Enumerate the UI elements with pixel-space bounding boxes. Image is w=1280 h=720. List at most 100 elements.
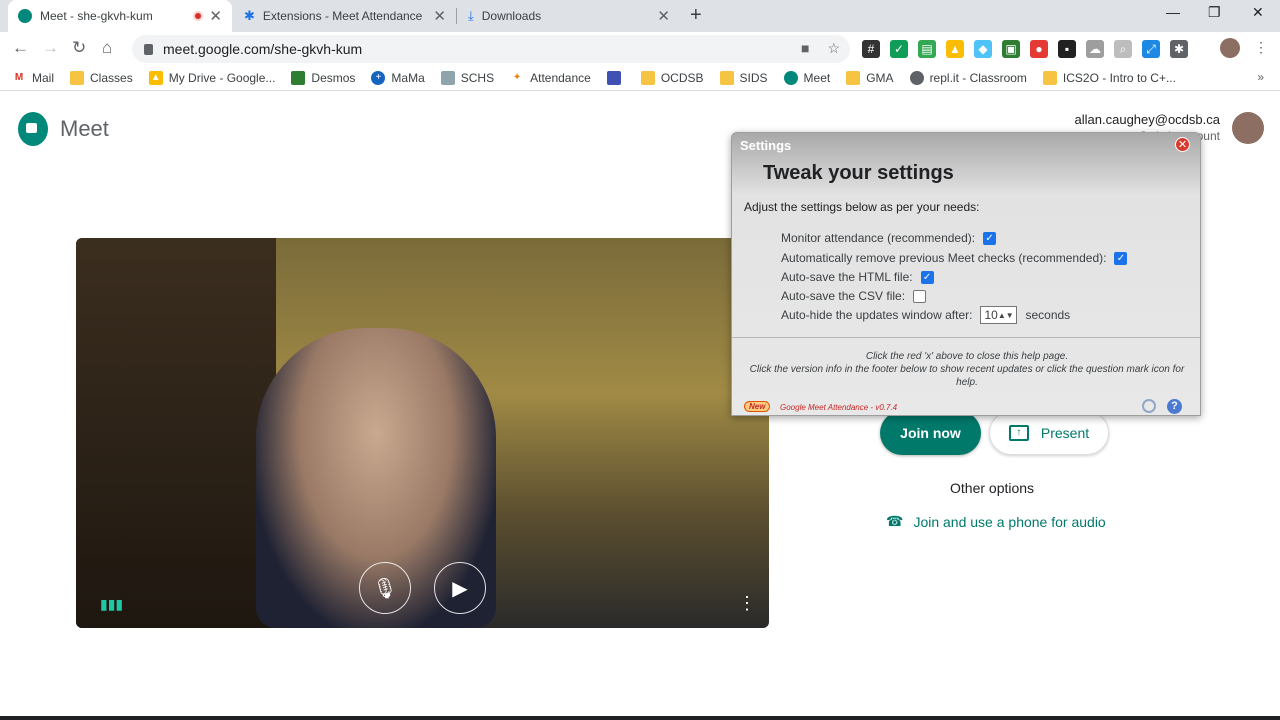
bookmark-ics2o[interactable]: ICS2O - Intro to C+... <box>1042 71 1176 85</box>
account-avatar[interactable] <box>1232 112 1264 144</box>
taskbar-edge <box>0 716 1280 720</box>
plus-icon: + <box>371 71 386 85</box>
puzzle-icon: ✱ <box>244 8 255 23</box>
monitor-attendance-checkbox[interactable]: ✓ <box>983 231 997 245</box>
url-text: meet.google.com/she-gkvh-kum <box>163 41 363 57</box>
dialog-title: Settings <box>740 138 792 153</box>
bookmark-schs[interactable]: SCHS <box>440 71 494 85</box>
help-line-version: Click the version info in the footer bel… <box>749 364 1185 388</box>
reload-button[interactable]: ↻ <box>72 38 86 58</box>
bookmark-gma[interactable]: GMA <box>846 71 894 85</box>
recording-icon <box>193 11 204 21</box>
close-window-button[interactable]: ✕ <box>1252 4 1264 21</box>
setting-auto-hide: Auto-hide the updates window after: 10 ▲… <box>781 306 1070 324</box>
phone-audio-link[interactable]: ☎ Join and use a phone for audio <box>886 513 1106 530</box>
minimize-button[interactable]: — <box>1166 4 1180 20</box>
grid-extension-icon[interactable]: # <box>862 40 880 58</box>
audio-level-icon: ▮▮▮ <box>100 596 124 612</box>
tab-strip: Meet - she-gkvh-kum ✕ ✱ Extensions - Mee… <box>0 0 1280 32</box>
back-button[interactable]: ← <box>12 38 29 58</box>
bookmark-my-drive[interactable]: ▲ My Drive - Google... <box>148 71 275 85</box>
tab-extensions[interactable]: ✱ Extensions - Meet Attendance ✕ <box>234 0 456 32</box>
lightbulb-icon: ✦ <box>510 71 525 85</box>
cloud-extension-icon[interactable]: ☁ <box>1086 40 1104 58</box>
bookmark-mama[interactable]: + MaMa <box>371 71 425 85</box>
tab-downloads[interactable]: ⤓ Downloads ✕ <box>458 0 680 32</box>
close-dialog-icon[interactable]: ✕ <box>1175 137 1190 152</box>
dialog-divider <box>732 337 1200 338</box>
help-question-icon[interactable]: ? <box>1167 399 1182 414</box>
star-icon[interactable]: ☆ <box>827 40 840 57</box>
forward-button[interactable]: → <box>42 38 59 58</box>
bookmark-attendance[interactable]: ✦ Attendance <box>510 71 591 85</box>
help-text: Click the red 'x' above to close this he… <box>740 350 1194 389</box>
close-tab-icon[interactable]: ✕ <box>209 7 222 25</box>
tab-meet[interactable]: Meet - she-gkvh-kum ✕ <box>8 0 232 32</box>
setting-label: Auto-hide the updates window after: <box>781 308 973 322</box>
close-tab-icon[interactable]: ✕ <box>657 7 670 25</box>
version-link[interactable]: Google Meet Attendance - v0.7.4 <box>780 403 897 412</box>
more-options-icon[interactable]: ⋮ <box>738 593 756 614</box>
cast-extension-icon[interactable]: ▤ <box>918 40 936 58</box>
bookmarks-bar: M Mail Classes ▲ My Drive - Google... Desm… <box>0 66 1280 91</box>
drive-icon: ▲ <box>148 71 163 85</box>
restore-button[interactable]: ❐ <box>1208 4 1221 21</box>
check-extension-icon[interactable]: ✓ <box>890 40 908 58</box>
bookmark-replit[interactable]: repl.it - Classroom <box>909 71 1027 85</box>
video-camera-icon: ▶ <box>452 577 468 600</box>
gmail-icon: M <box>12 71 26 85</box>
setting-label: Auto-save the CSV file: <box>781 289 906 303</box>
microphone-icon: 🎙 <box>372 577 398 600</box>
home-button[interactable]: ⌂ <box>102 38 112 58</box>
spinner-icon[interactable]: ▲▼ <box>998 311 1014 320</box>
auto-hide-seconds-input[interactable]: 10 ▲▼ <box>980 306 1018 324</box>
download-icon: ⤓ <box>468 8 474 23</box>
auto-save-html-checkbox[interactable]: ✓ <box>920 270 934 284</box>
bookmark-ocdsb[interactable]: OCDSB <box>606 71 704 85</box>
bookmark-classes[interactable]: Classes <box>70 71 133 85</box>
seconds-value: 10 <box>984 308 998 322</box>
auto-remove-checkbox[interactable]: ✓ <box>1114 251 1128 265</box>
auto-save-csv-checkbox[interactable] <box>913 289 927 303</box>
classroom-icon <box>1042 71 1057 85</box>
address-bar[interactable]: meet.google.com/she-gkvh-kum ■ ☆ <box>132 35 850 63</box>
bookmark-meet[interactable]: Meet <box>783 71 830 85</box>
school-icon <box>440 71 455 85</box>
bookmark-mail[interactable]: M Mail <box>12 71 54 85</box>
new-badge: New <box>744 401 771 412</box>
browser-toolbar: ← → ↻ ⌂ meet.google.com/she-gkvh-kum ■ ☆… <box>0 32 1280 66</box>
classroom-extension-icon[interactable]: ▣ <box>1002 40 1020 58</box>
camera-icon[interactable]: ■ <box>801 40 809 57</box>
meet-camera-icon <box>18 112 48 146</box>
extension-icons: # ✓ ▤ ▲ ◆ ▣ ● ▪ ☁ ⌕ ⤢ ✱ <box>862 40 1188 58</box>
browser-menu-icon[interactable]: ⋮ <box>1254 39 1268 56</box>
new-tab-button[interactable]: + <box>690 4 702 27</box>
bookmark-sids[interactable]: SIDS <box>719 71 768 85</box>
setting-auto-save-csv: Auto-save the CSV file: <box>781 289 927 303</box>
bookmark-desmos[interactable]: Desmos <box>291 71 355 85</box>
desmos-icon <box>291 71 306 85</box>
profile-avatar[interactable] <box>1220 38 1240 58</box>
video-preview: 🎙 ▶ ▮▮▮ ⋮ <box>76 238 769 628</box>
extensions-puzzle-icon[interactable]: ✱ <box>1170 40 1188 58</box>
camera-button[interactable]: ▶ <box>434 562 486 614</box>
microphone-button[interactable]: 🎙 <box>359 562 411 614</box>
meet-icon <box>783 71 798 85</box>
join-now-button[interactable]: Join now <box>880 411 981 455</box>
folder-icon <box>640 71 655 85</box>
present-screen-icon: ↑ <box>1008 425 1029 441</box>
meet-logo[interactable]: Meet <box>18 112 109 146</box>
search-extension-icon[interactable]: ⌕ <box>1114 40 1132 58</box>
settings-dialog: Settings ✕ Tweak your settings Adjust th… <box>731 132 1201 416</box>
diamond-extension-icon[interactable]: ◆ <box>974 40 992 58</box>
present-button[interactable]: ↑ Present <box>989 411 1109 455</box>
close-tab-icon[interactable]: ✕ <box>433 7 446 25</box>
gear-icon[interactable] <box>1142 399 1156 413</box>
bookmarks-overflow-button[interactable]: » <box>1257 70 1264 84</box>
setting-label: Monitor attendance (recommended): <box>781 231 976 245</box>
setting-label: Auto-save the HTML file: <box>781 270 913 284</box>
meet-extension-icon[interactable]: ▪ <box>1058 40 1076 58</box>
resize-extension-icon[interactable]: ⤢ <box>1142 40 1160 58</box>
record-extension-icon[interactable]: ● <box>1030 40 1048 58</box>
drive-extension-icon[interactable]: ▲ <box>946 40 964 58</box>
